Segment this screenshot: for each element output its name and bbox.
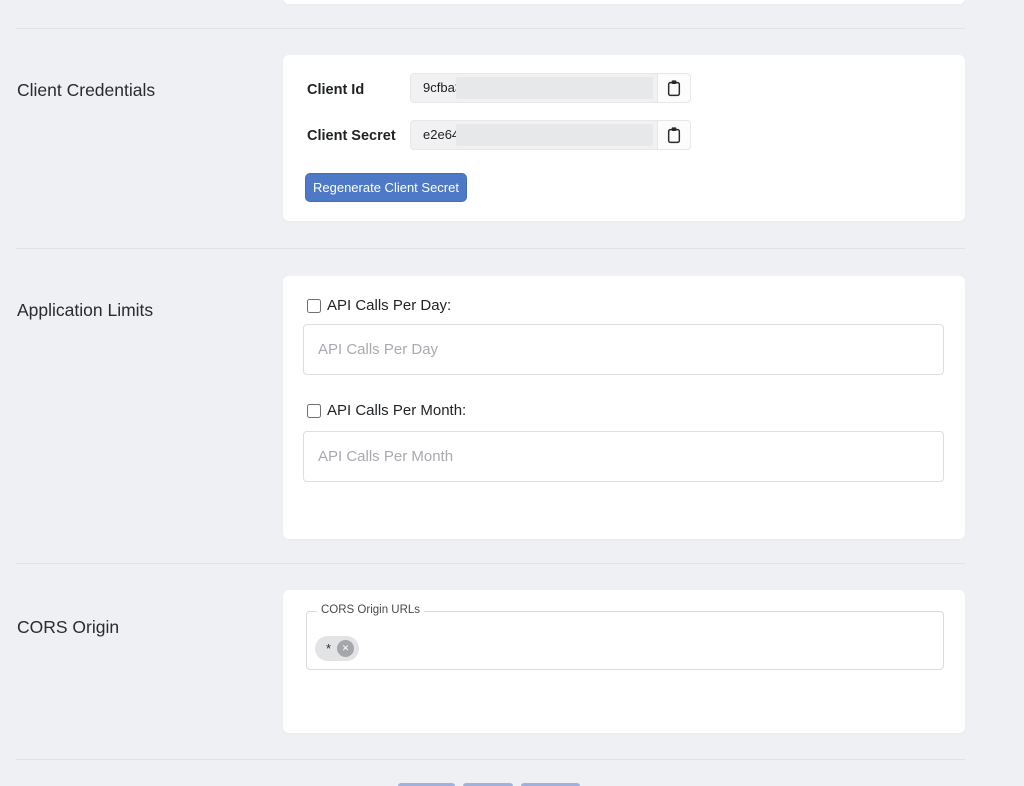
application-limits-section-title: Application Limits [17, 300, 153, 321]
application-limits-card: API Calls Per Day: API Calls Per Month: [283, 276, 965, 539]
client-secret-copy-button[interactable] [657, 121, 690, 149]
clipboard-icon [666, 79, 682, 97]
client-id-label: Client Id [307, 82, 364, 98]
cors-origin-card: CORS Origin URLs * ✕ [283, 590, 965, 733]
circle-x-icon: ✕ [342, 640, 350, 657]
client-secret-label: Client Secret [307, 128, 396, 144]
api-calls-per-day-checkbox[interactable] [307, 299, 321, 313]
client-id-copy-button[interactable] [657, 74, 690, 102]
client-credentials-section-title: Client Credentials [17, 80, 155, 101]
api-calls-per-month-input[interactable] [303, 431, 944, 482]
cors-origin-chip-remove-button[interactable]: ✕ [337, 640, 354, 657]
api-calls-per-month-label: API Calls Per Month: [327, 402, 466, 419]
api-calls-per-day-checkbox-row: API Calls Per Day: [307, 297, 451, 314]
regenerate-client-secret-button[interactable]: Regenerate Client Secret [305, 173, 467, 202]
cors-origin-urls-input[interactable]: CORS Origin URLs * ✕ [306, 611, 944, 670]
client-secret-input-group: e2e647 [410, 120, 691, 150]
section-divider [16, 28, 965, 29]
client-id-redaction [456, 77, 653, 99]
clipboard-icon [666, 126, 682, 144]
cors-origin-chip-value: * [326, 636, 331, 661]
section-divider [16, 563, 965, 564]
client-id-input-group: 9cfba3 [410, 73, 691, 103]
settings-page: Client Credentials Client Id 9cfba3 Clie… [0, 0, 1024, 786]
cors-origin-chip: * ✕ [315, 636, 359, 661]
client-secret-redaction [456, 124, 653, 146]
section-divider [16, 759, 965, 760]
cors-origin-urls-legend: CORS Origin URLs [317, 604, 424, 616]
api-calls-per-month-checkbox-row: API Calls Per Month: [307, 402, 466, 419]
cors-origin-section-title: CORS Origin [17, 617, 119, 638]
api-calls-per-month-checkbox[interactable] [307, 404, 321, 418]
api-calls-per-day-label: API Calls Per Day: [327, 297, 451, 314]
previous-card-edge [283, 0, 965, 4]
api-calls-per-day-input[interactable] [303, 324, 944, 375]
client-credentials-card: Client Id 9cfba3 Client Secret e2e647 [283, 55, 965, 221]
section-divider [16, 248, 965, 249]
